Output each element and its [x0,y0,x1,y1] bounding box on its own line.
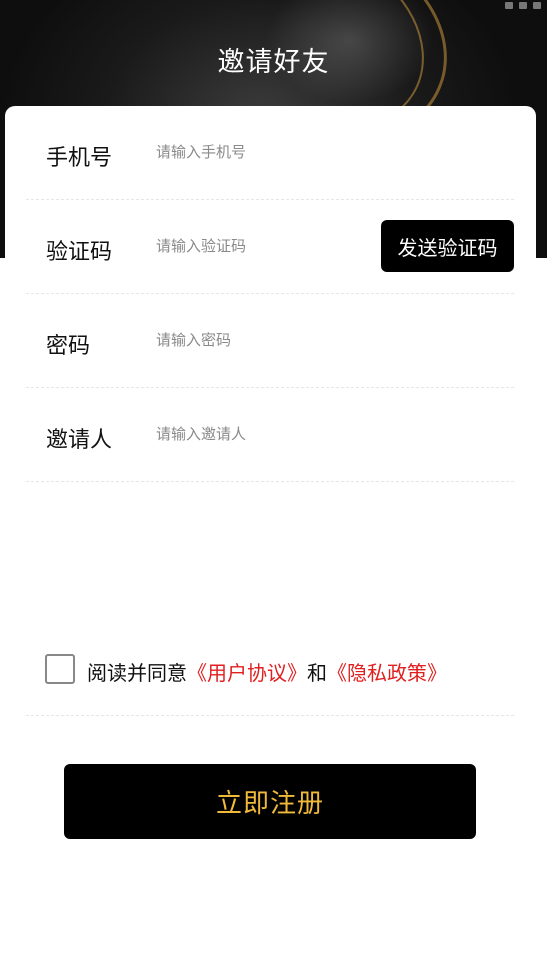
phone-label: 手机号 [46,146,113,171]
agreement-text: 阅读并同意《用户协议》和《隐私政策》 [87,657,447,686]
phone-input[interactable] [156,136,376,168]
agreement-prefix: 阅读并同意 [87,661,187,685]
register-form-card: 手机号 验证码 发送验证码 密码 邀请人 阅读并同意《用户协议》和《隐私政策》 … [5,106,536,980]
status-bar [505,0,541,10]
inviter-input[interactable] [156,418,376,450]
register-button[interactable]: 立即注册 [64,764,476,839]
phone-row: 手机号 [26,106,514,200]
code-row: 验证码 发送验证码 [26,200,514,294]
agreement-checkbox[interactable] [45,654,75,684]
inviter-row: 邀请人 [26,388,514,482]
password-label: 密码 [46,334,91,359]
send-code-button[interactable]: 发送验证码 [381,220,514,272]
agreement-row: 阅读并同意《用户协议》和《隐私政策》 [26,626,514,716]
inviter-label: 邀请人 [46,428,113,453]
user-agreement-link[interactable]: 《用户协议》 [187,661,307,685]
agreement-and: 和 [307,661,327,685]
code-label: 验证码 [46,240,113,265]
battery-icon [533,1,541,9]
page-title: 邀请好友 [217,47,330,78]
code-input[interactable] [156,230,376,262]
privacy-policy-link[interactable]: 《隐私政策》 [327,661,447,685]
wifi-icon [519,1,527,9]
password-row: 密码 [26,294,514,388]
password-input[interactable] [156,324,376,356]
signal-icon [505,1,513,9]
